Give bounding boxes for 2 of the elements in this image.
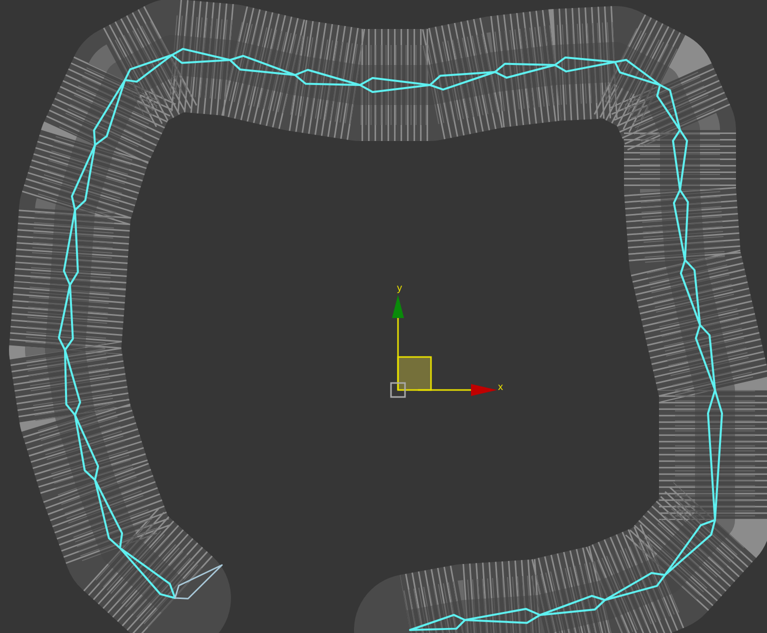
y-axis-label: y xyxy=(397,283,402,294)
x-axis-label: x xyxy=(498,382,503,393)
